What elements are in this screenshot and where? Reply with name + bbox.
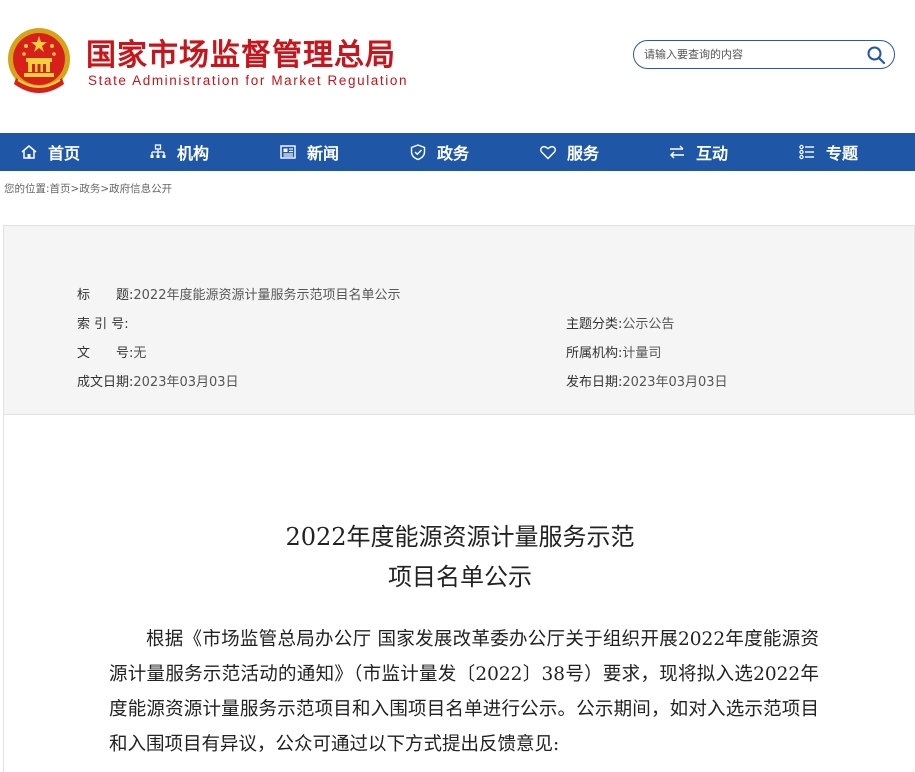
home-icon <box>21 145 37 159</box>
breadcrumb-affairs[interactable]: 政务 <box>79 183 100 195</box>
meta-subject-value: 公示公告 <box>622 317 675 332</box>
main-nav: 首页 机构 新闻 政务 服务 互动 专题 <box>0 133 915 171</box>
search-input[interactable] <box>644 46 849 63</box>
document-meta: 标 题:2022年度能源资源计量服务示范项目名单公示 索 引 号: 主题分类:公… <box>3 225 915 415</box>
meta-agency-value: 计量司 <box>622 346 662 361</box>
nav-item-home[interactable]: 首页 <box>20 133 80 171</box>
nav-label: 首页 <box>48 144 81 163</box>
meta-published-value: 2023年03月03日 <box>622 375 728 390</box>
meta-agency: 所属机构:计量司 <box>566 342 661 361</box>
heart-icon <box>540 145 556 160</box>
meta-title: 标 题:2022年度能源资源计量服务示范项目名单公示 <box>77 284 400 303</box>
nav-item-interaction[interactable]: 互动 <box>668 133 728 171</box>
article-content: 2022年度能源资源计量服务示范 项目名单公示 根据《市场监管总局办公厅 国家发… <box>3 415 915 772</box>
meta-published-label: 发布日期: <box>566 375 623 390</box>
nav-item-org[interactable]: 机构 <box>149 133 209 171</box>
meta-created: 成文日期:2023年03月03日 <box>77 371 239 390</box>
meta-docno-label: 文 号: <box>77 346 134 361</box>
nav-item-services[interactable]: 服务 <box>539 133 599 171</box>
meta-index: 索 引 号: <box>77 313 129 332</box>
meta-docno: 文 号:无 <box>77 342 146 361</box>
national-emblem-icon[interactable] <box>6 26 72 96</box>
site-header: 国家市场监督管理总局 State Administration for Mark… <box>0 0 915 133</box>
search-icon[interactable] <box>866 45 886 65</box>
newspaper-icon <box>280 145 296 159</box>
article-title-line2: 项目名单公示 <box>388 563 532 591</box>
nav-label: 互动 <box>696 144 729 163</box>
meta-title-value: 2022年度能源资源计量服务示范项目名单公示 <box>133 288 401 303</box>
meta-subject: 主题分类:公示公告 <box>566 313 674 332</box>
breadcrumb: 您的位置:首页>政务>政府信息公开 <box>4 181 172 196</box>
nav-label: 新闻 <box>307 144 340 163</box>
meta-docno-value: 无 <box>133 346 147 361</box>
breadcrumb-prefix: 您的位置: <box>4 183 50 195</box>
breadcrumb-home[interactable]: 首页 <box>50 183 71 195</box>
meta-agency-label: 所属机构: <box>566 346 623 361</box>
nav-label: 专题 <box>826 144 859 163</box>
site-title-en[interactable]: State Administration for Market Regulati… <box>88 73 408 88</box>
nav-label: 机构 <box>177 144 210 163</box>
meta-created-value: 2023年03月03日 <box>133 375 239 390</box>
exchange-arrows-icon <box>670 145 684 159</box>
nav-item-topics[interactable]: 专题 <box>798 133 858 171</box>
topics-list-icon <box>799 144 814 160</box>
nav-label: 政务 <box>437 144 470 163</box>
meta-index-label: 索 引 号: <box>77 317 129 332</box>
breadcrumb-gov-info[interactable]: 政府信息公开 <box>109 183 172 195</box>
org-chart-icon <box>150 144 166 158</box>
meta-subject-label: 主题分类: <box>566 317 623 332</box>
shield-icon <box>410 144 426 161</box>
article-title-line1: 2022年度能源资源计量服务示范 <box>285 523 635 551</box>
search-box <box>633 40 895 69</box>
meta-created-label: 成文日期: <box>77 375 134 390</box>
meta-published: 发布日期:2023年03月03日 <box>566 371 728 390</box>
nav-item-news[interactable]: 新闻 <box>279 133 339 171</box>
nav-label: 服务 <box>567 144 600 163</box>
site-title-cn[interactable]: 国家市场监督管理总局 <box>86 30 396 74</box>
nav-item-affairs[interactable]: 政务 <box>409 133 469 171</box>
meta-title-label: 标 题: <box>77 288 134 303</box>
article-paragraph: 根据《市场监管总局办公厅 国家发展改革委办公厅关于组织开展2022年度能源资源计… <box>109 629 819 755</box>
breadcrumb-separator: > <box>100 183 110 195</box>
